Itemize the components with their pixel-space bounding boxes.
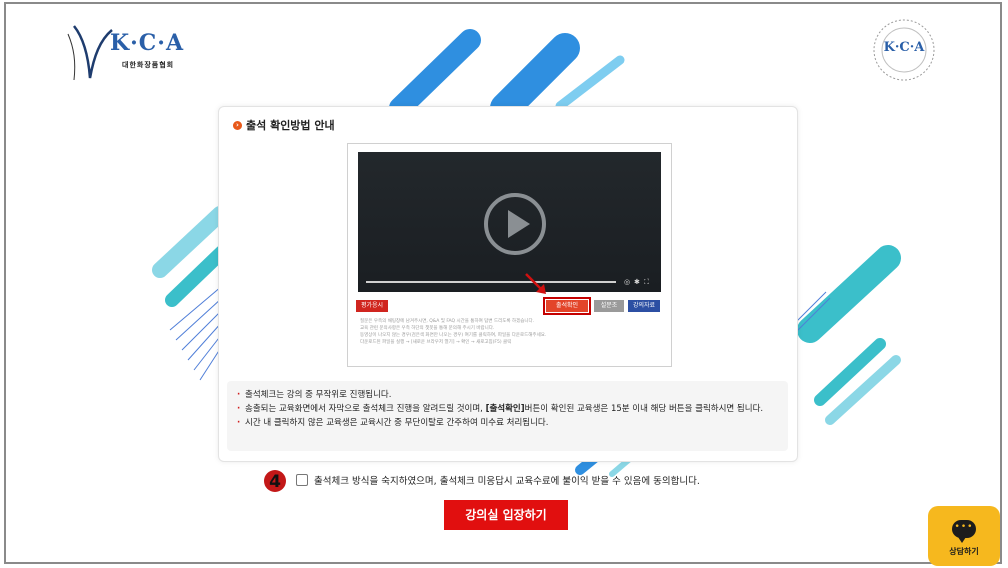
attendance-check-button[interactable]: 출석확인 [543, 297, 591, 315]
fine-print-line: 질문은 우측의 채팅창에 남겨주시면, Q&A 및 FAQ 시간을 통하여 답변… [360, 319, 535, 324]
kca-logo-right[interactable]: K·C·A [868, 14, 940, 86]
logo-right-text: K·C·A [883, 40, 925, 55]
course-material-button[interactable]: 강의자료 [628, 300, 660, 312]
attendance-notes: · 출석체크는 강의 중 무작위로 진행됩니다. · 송출되는 교육화면에서 자막으… [227, 381, 788, 451]
chat-consult-button[interactable]: ••• 상담하기 [928, 506, 1000, 566]
fine-print-line: 교육 관련 문의사항은 우측 하단의 챗봇을 통해 문의해 주시기 바랍니다. [360, 326, 495, 331]
fine-print-line: 다운로드된 파일을 실행 → [새로운 브라우저 열기] → 확인 → 새로고침… [360, 340, 512, 345]
gear-icon[interactable]: ✱ [634, 278, 640, 286]
note-item: · 출석체크는 강의 중 무작위로 진행됩니다. [237, 390, 392, 400]
note-item: · 송출되는 교육화면에서 자막으로 출석체크 진행을 알려드릴 것이며, [출석… [237, 404, 764, 414]
fine-print-line: 동영상이 나오지 않는 경우(검은색 화면만 나오는 경우) 여기를 클릭하여,… [360, 333, 547, 338]
card-title-text: 출석 확인방법 안내 [246, 119, 335, 132]
fullscreen-icon[interactable]: ⛶ [644, 278, 649, 286]
agreement-row[interactable]: 출석체크 방식을 숙지하였으며, 출석체크 미응답시 교육수료에 불이익 받을 … [296, 473, 700, 487]
chat-bubble-icon: ••• [952, 520, 976, 543]
agreement-checkbox[interactable] [296, 474, 308, 486]
chevron-circle-icon: › [233, 120, 242, 130]
survey-button[interactable]: 설문조사 [594, 300, 624, 321]
guide-fine-print: 질문은 우측의 채팅창에 남겨주시면, Q&A 및 FAQ 시간을 통하여 답변… [360, 318, 660, 346]
agreement-label[interactable]: 출석체크 방식을 숙지하였으며, 출석체크 미응답시 교육수료에 불이익 받을 … [314, 473, 700, 487]
play-icon[interactable] [483, 192, 547, 256]
video-controls: ◎ ✱ ⛶ [366, 278, 653, 286]
evaluation-button[interactable]: 평가응시 [356, 300, 388, 312]
note-item: · 시간 내 클릭하지 않은 교육생은 교육시간 중 무단이탈로 간주하여 미수료… [237, 418, 549, 428]
enter-classroom-button[interactable]: 강의실 입장하기 [444, 500, 568, 530]
red-arrow-icon [525, 273, 546, 294]
logo-left-subtitle: 대한화장품협회 [122, 61, 175, 69]
video-player[interactable]: ◎ ✱ ⛶ [358, 152, 661, 292]
progress-bar[interactable] [366, 281, 616, 283]
kca-logo-left[interactable]: K·C·A 대한화장품협회 [60, 22, 210, 84]
chat-button-label: 상담하기 [949, 547, 979, 556]
card-title: › 출석 확인방법 안내 [233, 117, 335, 133]
guide-screenshot: ◎ ✱ ⛶ 평가응시 출석확인 설문조사 강의자료 질문은 우측의 채팅창에 남… [347, 143, 672, 367]
step-badge: 4 [264, 470, 286, 492]
attendance-guide-card: › 출석 확인방법 안내 ◎ ✱ ⛶ 평가응시 출석확인 설문조사 강의자료 질… [218, 106, 798, 462]
mute-icon[interactable]: ◎ [624, 278, 630, 286]
logo-left-text: K·C·A [110, 30, 185, 56]
